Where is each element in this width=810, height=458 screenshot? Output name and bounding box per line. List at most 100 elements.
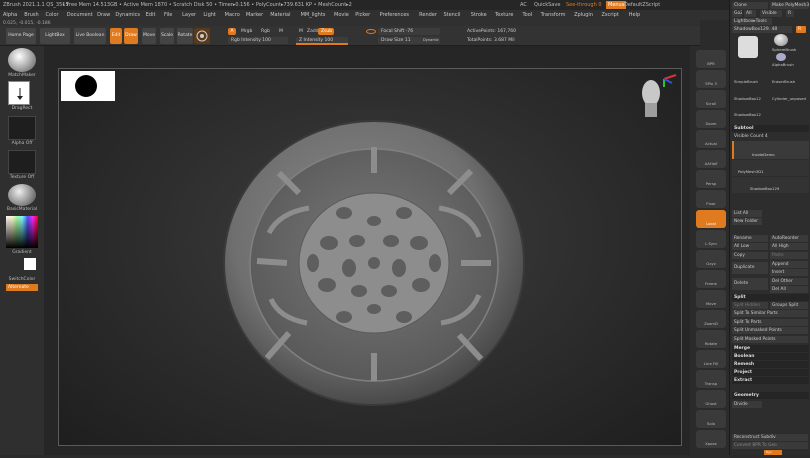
menu-tool[interactable]: Tool [522,10,532,20]
menu-marker[interactable]: Marker [246,10,263,20]
paste-button[interactable]: Paste [770,252,808,259]
texture-thumbnail[interactable] [8,150,36,174]
menu-preferences[interactable]: Preferences [380,10,409,20]
menu-transform[interactable]: Transform [541,10,566,20]
alpha-thumbnail[interactable] [8,116,36,140]
dynamic-toggle[interactable]: Dynamic [420,37,442,44]
move-button[interactable]: Move [142,28,156,44]
shelf-floor-button[interactable]: Floor [696,190,726,208]
all-high-button[interactable]: All High [770,243,808,250]
all-button[interactable]: All [744,10,756,17]
shadowbox-thumbnail[interactable] [738,36,758,58]
menu-texture[interactable]: Texture [495,10,513,20]
menu-file[interactable]: File [164,10,172,20]
a-button[interactable]: A [228,28,236,35]
menu-mm-lights[interactable]: MM_lights [301,10,326,20]
zadd-button[interactable]: Zadd [304,28,319,35]
subtool-item-1[interactable]: InsideDemo [732,141,809,159]
scale-button[interactable]: Scale [160,28,174,44]
r2-button[interactable]: R [796,26,806,33]
reconstruct-subdiv-button[interactable]: Reconstruct Subdiv [732,434,808,441]
duplicate-button[interactable]: Duplicate [732,262,768,274]
list-all-button[interactable]: List All [732,210,762,217]
geometry-header[interactable]: Geometry [732,392,809,399]
see-through-slider[interactable]: See-through 0 [566,0,602,10]
lightbox-button[interactable]: LightBox [40,28,70,44]
script-button[interactable]: DefaultZScript [624,0,660,10]
menu-zscript[interactable]: Zscript [601,10,618,20]
shelf-actual-button[interactable]: Actual [696,130,726,148]
brush-thumbnail[interactable] [194,28,210,44]
new-folder-button[interactable]: New Folder [732,218,762,225]
menu-stroke[interactable]: Stroke [471,10,487,20]
split-header[interactable]: Split [732,294,809,301]
m2-button[interactable]: M [296,28,304,35]
menu-picker[interactable]: Picker [355,10,370,20]
shelf-solo-button[interactable]: Solo [696,410,726,428]
shelf-transp-button[interactable]: Transp [696,370,726,388]
shelf-line-fill-button[interactable]: Line Fill [696,350,726,368]
visible-count[interactable]: Visible Count 4 [732,133,809,140]
menu-render[interactable]: Render [419,10,437,20]
menu-dynamics[interactable]: Dynamics [115,10,140,20]
material-thumbnail[interactable] [8,184,36,206]
project-header[interactable]: Project [732,369,809,376]
shelf-persp-button[interactable]: Persp [696,170,726,188]
append-button[interactable]: Append [770,261,808,268]
visible-button[interactable]: Visible [760,10,782,17]
draw-button[interactable]: Draw [124,28,138,44]
menu-brush[interactable]: Brush [24,10,38,20]
convert-bpr-button[interactable]: Convert BPR To Geo [732,442,808,449]
color-picker[interactable] [6,216,38,248]
shelf-zoom-button[interactable]: Zoom [696,110,726,128]
subtool-item-2[interactable]: PolyMesh3D1 [732,160,809,176]
shelf-aahalf-button[interactable]: AAHalf [696,150,726,168]
insert-button[interactable]: Insert [770,269,808,276]
menu-help[interactable]: Help [629,10,640,20]
rgb-intensity-slider[interactable]: Rgb Intensity 100 [228,37,288,44]
home-page-button[interactable]: Home Page [6,28,36,44]
focal-shift-slider[interactable]: Focal Shift -76 [378,28,440,35]
menu-draw[interactable]: Draw [97,10,110,20]
shelf-frame-button[interactable]: Frame [696,270,726,288]
matcap-thumbnail[interactable] [8,48,36,72]
split-masked-button[interactable]: Split Masked Points [732,336,808,343]
menu-layer[interactable]: Layer [182,10,196,20]
split-parts-button[interactable]: Split To Parts [732,319,808,326]
shadowbox-slider[interactable]: ShadowBox129. 48 [732,26,792,33]
make-polymesh-button[interactable]: Make PolyMesh3D [770,2,809,9]
groups-split-button[interactable]: Groups Split [770,302,808,309]
menu-edit[interactable]: Edit [146,10,156,20]
live-boolean-button[interactable]: Live Boolean [74,28,106,44]
delete-button[interactable]: Delete [732,278,768,290]
sculpted-plate-mesh[interactable] [209,113,539,413]
shelf-local-button[interactable]: Local [696,210,726,228]
menu-alpha[interactable]: Alpha [3,10,17,20]
remesh-header[interactable]: Remesh [732,361,809,368]
goz-button[interactable]: GoZ [732,10,742,17]
menu-stencil[interactable]: Stencil [443,10,460,20]
rgb-button[interactable]: Rgb [258,28,272,35]
alternate-button[interactable]: Alternate [6,284,38,291]
zsub-button[interactable]: Zsub [318,28,334,35]
shelf-zoomd-button[interactable]: ZoomD [696,310,726,328]
divide-button[interactable]: Divide [732,401,762,408]
subtool-header[interactable]: Subtool [732,125,809,132]
menu-document[interactable]: Document [67,10,93,20]
menu-color[interactable]: Color [46,10,59,20]
quicksave-button[interactable]: QuickSave [534,0,560,10]
switch-color-label[interactable]: SwitchColor [0,277,44,282]
menu-macro[interactable]: Macro [225,10,240,20]
split-unmasked-button[interactable]: Split Unmasked Points [732,327,808,334]
menu-material[interactable]: Material [270,10,290,20]
alphabrush-thumbnail[interactable] [776,53,786,61]
menu-movie[interactable]: Movie [334,10,349,20]
m-button[interactable]: M [276,28,286,35]
mrgb-button[interactable]: Mrgb [238,28,254,35]
subtool-item-3[interactable]: ShadowBox129 [732,177,809,193]
shelf-l-sym-button[interactable]: L.Sym [696,230,726,248]
document-canvas[interactable] [58,68,682,446]
lightbox-tools-button[interactable]: Lightbox▸Tools [732,18,772,25]
del-other-button[interactable]: Del Other [770,278,808,285]
edit-button[interactable]: Edit [110,28,122,44]
